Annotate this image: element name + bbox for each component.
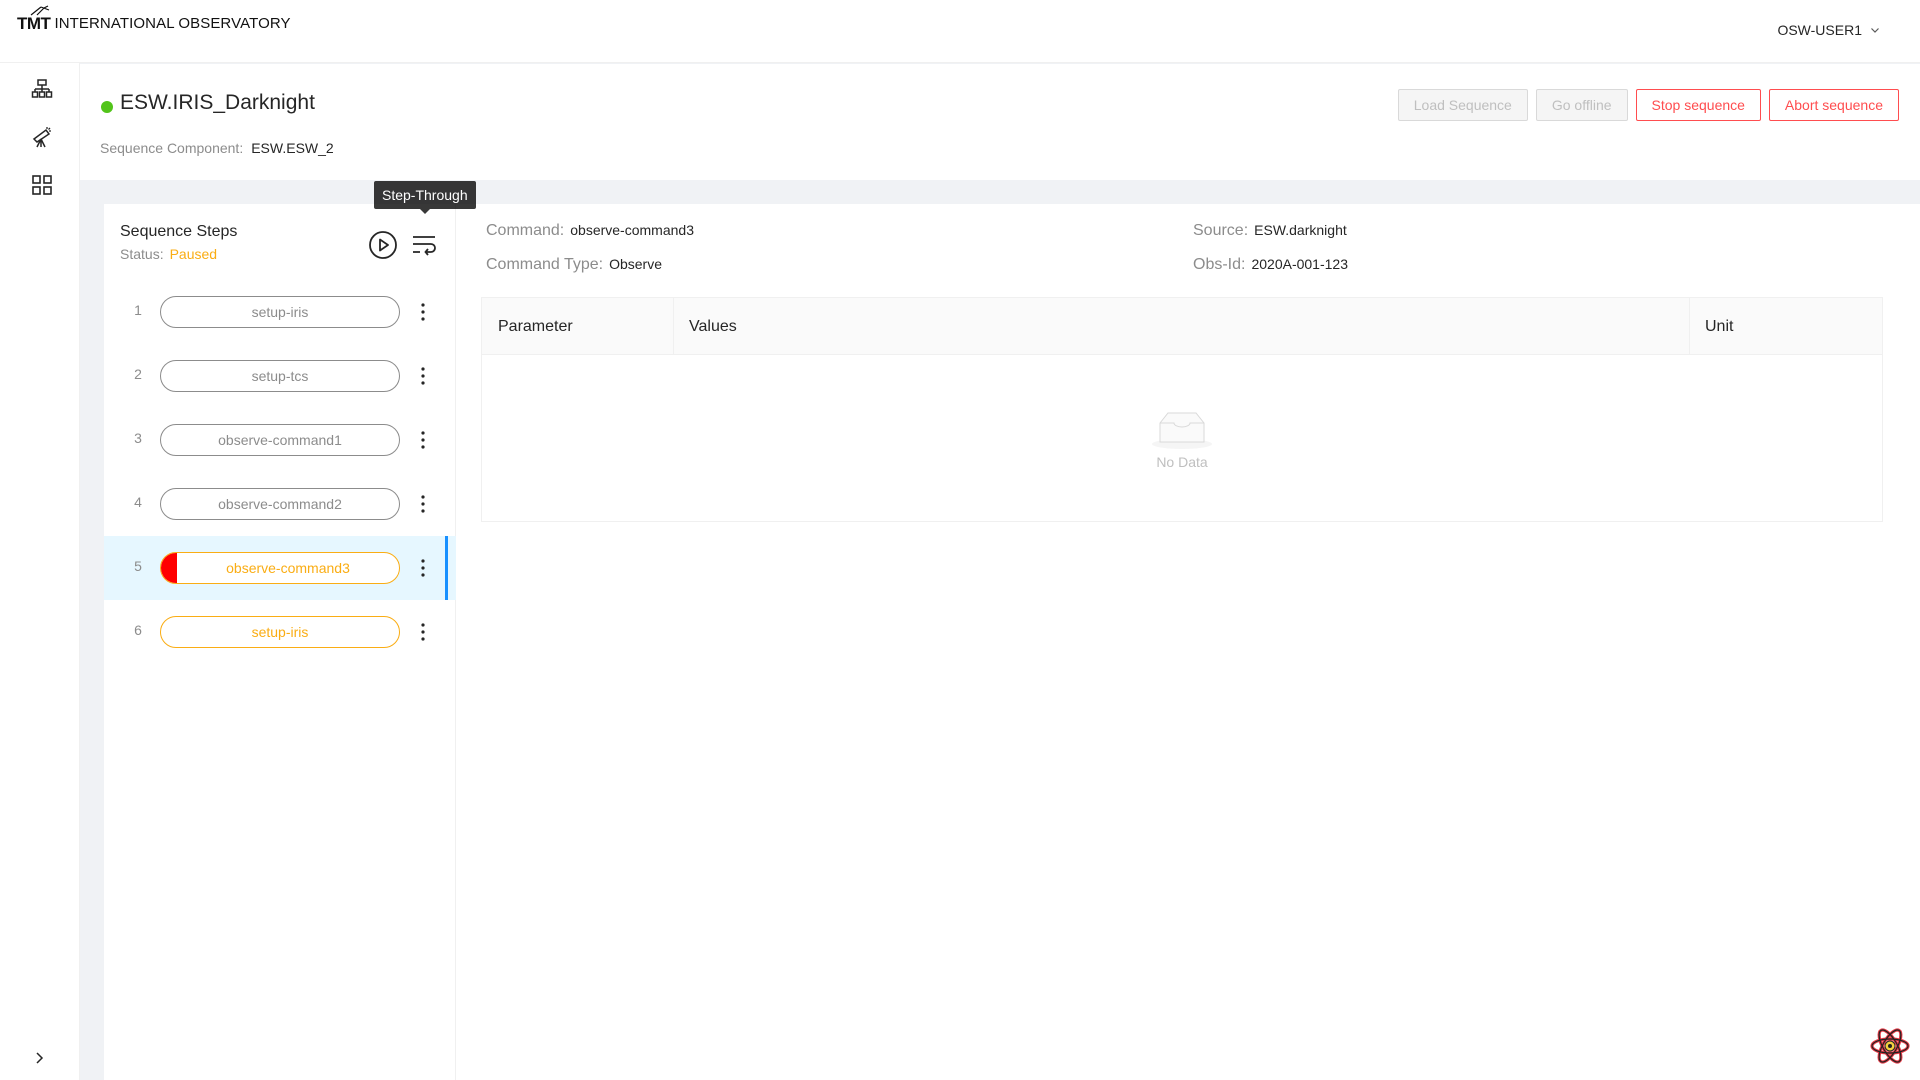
obs-id-field: Obs-Id: 2020A-001-123 [1193, 256, 1348, 274]
telescope-icon [32, 127, 51, 148]
step-button[interactable]: observe-command2 [160, 488, 400, 520]
step-more-button[interactable] [412, 429, 434, 451]
step-button[interactable]: setup-tcs [160, 360, 400, 392]
abort-sequence-button[interactable]: Abort sequence [1768, 89, 1899, 121]
top-bar: TMT INTERNATIONAL OBSERVATORY OSW-USER1 [0, 0, 1920, 63]
logo-text: INTERNATIONAL OBSERVATORY [54, 15, 291, 32]
step-row: 1 setup-iris [104, 280, 456, 344]
command-type-field: Command Type: Observe [486, 256, 662, 274]
load-sequence-button[interactable]: Load Sequence [1397, 89, 1528, 121]
command-value: observe-command3 [570, 222, 694, 238]
step-button[interactable]: setup-iris [160, 296, 400, 328]
step-row: 6 setup-iris [104, 600, 456, 664]
step-number: 6 [134, 622, 142, 638]
command-label: Command: [486, 222, 565, 239]
more-vertical-icon [421, 303, 425, 321]
step-more-button[interactable] [412, 557, 434, 579]
logo[interactable]: TMT INTERNATIONAL OBSERVATORY [17, 5, 291, 34]
steps-title: Sequence Steps [120, 223, 238, 240]
user-name: OSW-USER1 [1777, 22, 1862, 38]
step-label: observe-command3 [226, 560, 350, 576]
page-header: ESW.IRIS_Darknight Sequence Component: ES… [80, 64, 1920, 180]
column-header-values: Values [689, 318, 737, 335]
step-row: 4 observe-command2 [104, 472, 456, 536]
breakpoint-marker [161, 553, 177, 583]
step-number: 3 [134, 430, 142, 446]
page-title: ESW.IRIS_Darknight [120, 91, 315, 114]
parameters-table: Parameter Values Unit No Data [481, 297, 1883, 522]
step-more-button[interactable] [412, 365, 434, 387]
grid-icon [32, 175, 52, 195]
nav-item-resources[interactable] [30, 173, 54, 197]
sequence-component-label: Sequence Component: [100, 140, 244, 156]
go-offline-button[interactable]: Go offline [1535, 89, 1628, 121]
step-more-button[interactable] [412, 621, 434, 643]
react-icon [1870, 1028, 1910, 1064]
step-number: 1 [134, 302, 142, 318]
content-card: Step-Through Sequence Steps Status: Pause… [104, 181, 1920, 1080]
play-circle-icon [369, 231, 397, 259]
sequence-steps-panel: Step-Through Sequence Steps Status: Pause… [104, 181, 476, 1080]
more-vertical-icon [421, 559, 425, 577]
command-type-value: Observe [609, 256, 663, 272]
steps-status-label: Status: [120, 246, 164, 262]
status-dot [101, 101, 113, 113]
stop-sequence-button[interactable]: Stop sequence [1635, 89, 1761, 121]
step-number: 2 [134, 366, 142, 382]
react-devtools-button[interactable] [1869, 1025, 1911, 1072]
column-header-unit: Unit [1705, 318, 1734, 335]
source-field: Source: ESW.darknight [1193, 222, 1347, 240]
step-row: 3 observe-command1 [104, 408, 456, 472]
header-actions: Load Sequence Go offline Stop sequence A… [1397, 89, 1899, 121]
source-value: ESW.darknight [1254, 222, 1347, 238]
resume-button[interactable] [368, 230, 398, 265]
step-row: 2 setup-tcs [104, 344, 456, 408]
obs-id-label: Obs-Id: [1193, 256, 1246, 273]
nav-collapse-button[interactable] [32, 1051, 46, 1070]
more-vertical-icon [421, 431, 425, 449]
steps-status: Status: Paused [120, 246, 217, 262]
table-header: Parameter Values Unit [482, 298, 1882, 355]
step-number: 5 [134, 558, 142, 574]
step-button[interactable]: setup-iris [160, 616, 400, 648]
step-through-button[interactable] [411, 234, 437, 261]
nav-item-observations[interactable] [30, 125, 54, 149]
obs-id-value: 2020A-001-123 [1251, 256, 1348, 272]
user-menu[interactable]: OSW-USER1 [1777, 22, 1880, 38]
column-header-parameter: Parameter [498, 318, 573, 335]
logo-mark: TMT [17, 5, 51, 34]
source-label: Source: [1193, 222, 1249, 239]
more-vertical-icon [421, 495, 425, 513]
step-button[interactable]: observe-command1 [160, 424, 400, 456]
nav-item-infrastructure[interactable] [30, 77, 54, 101]
sequence-component-value: ESW.ESW_2 [251, 140, 334, 156]
step-details: Command: observe-command3 Command Type: Ob… [456, 204, 1920, 1080]
step-more-button[interactable] [412, 301, 434, 323]
step-button[interactable]: observe-command3 [160, 552, 400, 584]
more-vertical-icon [421, 623, 425, 641]
sequence-component: Sequence Component: ESW.ESW_2 [100, 140, 334, 156]
step-row-selected: 5 observe-command3 [104, 536, 456, 600]
step-more-button[interactable] [412, 493, 434, 515]
more-vertical-icon [421, 367, 425, 385]
command-field: Command: observe-command3 [486, 222, 694, 240]
empty-state: No Data [482, 355, 1882, 523]
steps-status-value: Paused [169, 246, 218, 262]
telescope-logo-icon [30, 5, 50, 16]
step-number: 4 [134, 494, 142, 510]
hierarchy-icon [31, 79, 53, 98]
chevron-right-icon [36, 1052, 44, 1064]
step-through-icon [413, 236, 436, 256]
side-nav [0, 63, 80, 1080]
empty-text: No Data [1156, 453, 1208, 470]
chevron-down-icon [1871, 28, 1879, 33]
empty-inbox-icon [1152, 412, 1212, 449]
command-type-label: Command Type: [486, 256, 604, 273]
